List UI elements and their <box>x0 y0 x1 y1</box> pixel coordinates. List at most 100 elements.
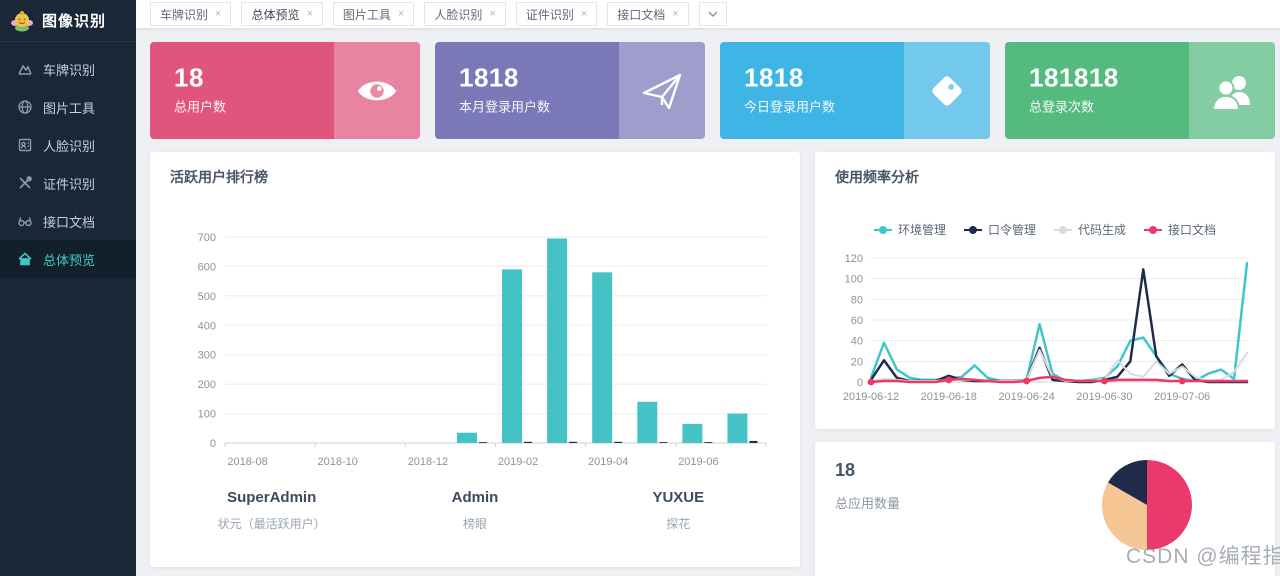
api-docs-icon <box>17 213 33 229</box>
bar <box>456 432 477 443</box>
winner-third: YUXUE 探花 <box>577 489 780 532</box>
id-card-icon <box>17 175 33 191</box>
bar <box>569 441 578 443</box>
stat-label: 总登录次数 <box>1029 98 1095 114</box>
svg-text:2018-08: 2018-08 <box>227 456 267 468</box>
sidebar-item-api-docs[interactable]: 接口文档 <box>0 202 136 240</box>
winner-title: 榜眼 <box>462 517 487 531</box>
stat-card-total-logins[interactable]: 181818 总登录次数 <box>1005 42 1275 139</box>
tab-bar: 车牌识别 × 总体预览 × 图片工具 × 人脸识别 × 证件识别 × 接口文档 × <box>136 0 1280 28</box>
stat-card-text: 1818 今日登录用户数 <box>744 62 835 115</box>
stat-card-month-logins[interactable]: 1818 本月登录用户数 <box>435 42 705 139</box>
bar <box>682 423 703 443</box>
tab-close-icon[interactable]: × <box>581 8 587 20</box>
sidebar-item-license-plate[interactable]: 车牌识别 <box>0 50 136 88</box>
legend-marker-icon <box>873 225 892 234</box>
stat-value: 1818 <box>744 61 804 92</box>
svg-text:20: 20 <box>851 356 863 368</box>
line-series <box>869 268 1249 384</box>
svg-text:2018-12: 2018-12 <box>408 456 448 468</box>
tab-item[interactable]: 总体预览 × <box>241 2 323 26</box>
winner-title: 探花 <box>666 517 691 531</box>
legend-item[interactable]: 代码生成 <box>1054 221 1126 238</box>
active-users-bar-chart[interactable]: 0 100 200 300 400 500 600 700 2018-08 2018-10 2018… <box>170 225 780 477</box>
tab-item[interactable]: 人脸识别 × <box>424 2 506 26</box>
line-marker <box>1178 377 1186 385</box>
stat-card-today-logins[interactable]: 1818 今日登录用户数 <box>720 42 990 139</box>
top-users-row: SuperAdmin 状元（最活跃用户） Admin 榜眼 YUXUE 探花 <box>170 489 780 532</box>
right-column: 使用频率分析 环境管理 口令管理 代码生成 接口文档 0 20 40 60 80 100 120 2… <box>815 152 1275 576</box>
stat-value: 1818 <box>459 61 519 92</box>
tab-close-icon[interactable]: × <box>489 8 495 20</box>
tab-close-icon[interactable]: × <box>306 8 312 20</box>
bar <box>592 272 613 443</box>
sidebar-item-overview[interactable]: 总体预览 <box>0 240 136 278</box>
svg-text:2018-10: 2018-10 <box>318 456 358 468</box>
legend-item[interactable]: 环境管理 <box>873 221 946 238</box>
stat-card-total-users[interactable]: 18 总用户数 <box>150 42 420 139</box>
svg-text:2019-06-12: 2019-06-12 <box>843 391 899 403</box>
sidebar-item-label: 证件识别 <box>43 176 96 192</box>
svg-text:300: 300 <box>198 350 216 362</box>
face-recognition-icon <box>17 137 33 153</box>
svg-text:200: 200 <box>198 379 216 391</box>
tab-label: 证件识别 <box>525 7 574 22</box>
line-marker <box>1023 377 1030 385</box>
svg-text:2019-07-06: 2019-07-06 <box>1154 391 1210 403</box>
sidebar-item-face-recognition[interactable]: 人脸识别 <box>0 126 136 164</box>
legend-marker-icon <box>1054 225 1072 234</box>
logo-buddha-icon <box>10 9 34 33</box>
image-tools-icon <box>17 99 33 115</box>
stat-card-text: 18 总用户数 <box>174 62 226 115</box>
usage-frequency-panel: 使用频率分析 环境管理 口令管理 代码生成 接口文档 0 20 40 60 80 100 120 2… <box>815 152 1275 429</box>
winner-name: Admin <box>451 489 499 506</box>
tab-overflow-chevron[interactable] <box>698 2 727 26</box>
legend-item[interactable]: 接口文档 <box>1144 221 1216 238</box>
svg-text:60: 60 <box>851 315 863 327</box>
tab-close-icon[interactable]: × <box>215 8 221 20</box>
app-logo[interactable]: 图像识别 <box>0 0 136 42</box>
tab-item[interactable]: 车牌识别 × <box>150 2 232 26</box>
dashboard-panels: 活跃用户排行榜 0 100 200 300 400 500 600 700 2018-08 201… <box>150 152 1275 576</box>
stat-label: 总用户数 <box>174 98 227 114</box>
tab-item[interactable]: 证件识别 × <box>515 2 598 26</box>
sidebar: 图像识别 车牌识别 图片工具 人脸识别 证件识别 接口文档 总体预览 <box>0 0 136 576</box>
svg-text:2019-04: 2019-04 <box>588 456 628 468</box>
pie-slice <box>1147 460 1192 550</box>
svg-text:120: 120 <box>845 253 863 265</box>
winner-second: Admin 榜眼 <box>373 489 576 532</box>
legend-label: 环境管理 <box>897 223 946 237</box>
usage-line-chart[interactable]: 0 20 40 60 80 100 120 2019-06-12 2019-06-18 2019-… <box>835 248 1255 408</box>
line-marker <box>945 376 953 384</box>
legend-item[interactable]: 口令管理 <box>963 221 1036 238</box>
sidebar-item-id-card[interactable]: 证件识别 <box>0 164 136 202</box>
legend-label: 代码生成 <box>1078 223 1127 237</box>
tab-close-icon[interactable]: × <box>672 8 678 20</box>
stat-label: 今日登录用户数 <box>744 98 836 114</box>
line-series <box>869 261 1249 383</box>
svg-text:80: 80 <box>851 294 863 306</box>
svg-text:500: 500 <box>198 291 216 303</box>
winner-name: YUXUE <box>652 489 705 506</box>
apps-pie-chart[interactable] <box>1099 457 1195 553</box>
legend-label: 接口文档 <box>1168 223 1217 237</box>
tab-label: 接口文档 <box>617 7 666 22</box>
svg-text:600: 600 <box>198 261 216 273</box>
legend-marker-icon <box>963 225 982 234</box>
bar <box>727 413 748 443</box>
sidebar-item-image-tools[interactable]: 图片工具 <box>0 88 136 126</box>
tab-item[interactable]: 图片工具 × <box>332 2 415 26</box>
stat-cards: 18 总用户数 1818 本月登录用户数 1818 今日登录用户数 181818… <box>150 42 1275 139</box>
winner-first: SuperAdmin 状元（最活跃用户） <box>170 489 373 532</box>
tab-item[interactable]: 接口文档 × <box>607 2 689 26</box>
sidebar-item-label: 人脸识别 <box>43 138 96 154</box>
bar <box>478 442 487 443</box>
tab-close-icon[interactable]: × <box>398 8 404 20</box>
panel-title-ranking: 活跃用户排行榜 <box>170 169 268 185</box>
sidebar-item-label: 车牌识别 <box>43 62 96 78</box>
bar <box>614 441 623 443</box>
panel-title-usage: 使用频率分析 <box>835 169 919 185</box>
bar <box>704 442 713 443</box>
active-users-panel: 活跃用户排行榜 0 100 200 300 400 500 600 700 2018-08 201… <box>150 152 800 567</box>
stat-value: 181818 <box>1029 61 1119 92</box>
